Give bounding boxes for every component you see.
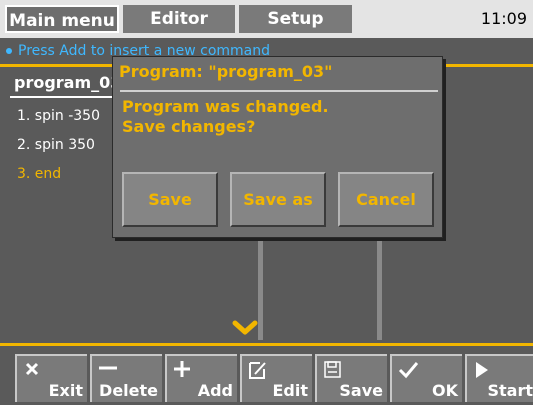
delete-button[interactable]: Delete xyxy=(90,354,162,402)
dialog-separator xyxy=(120,90,438,92)
divider-bottom xyxy=(0,343,533,346)
floppy-disk-icon xyxy=(324,361,341,378)
start-button[interactable]: Start xyxy=(465,354,533,402)
dialog-message-line2: Save changes? xyxy=(122,117,256,136)
chevron-down-icon[interactable] xyxy=(232,320,258,336)
program-step-selected[interactable]: 3. end xyxy=(17,166,61,182)
close-icon xyxy=(25,362,39,376)
program-title-underline xyxy=(10,96,120,98)
setup-tab[interactable]: Setup xyxy=(239,5,352,33)
save-label: Save xyxy=(339,381,383,400)
plus-icon xyxy=(174,361,190,377)
scroll-track-right xyxy=(377,240,382,340)
dialog-save-button[interactable]: Save xyxy=(122,172,218,227)
dialog-save-as-button[interactable]: Save as xyxy=(230,172,326,227)
clock: 11:09 xyxy=(480,9,527,28)
program-step[interactable]: 1. spin -350 xyxy=(17,108,100,124)
dialog-message-line1: Program was changed. xyxy=(122,97,329,116)
edit-icon xyxy=(249,362,266,379)
dialog-title: Program: "program_03" xyxy=(119,62,333,81)
dialog-cancel-button[interactable]: Cancel xyxy=(338,172,434,227)
add-label: Add xyxy=(197,381,233,400)
edit-label: Edit xyxy=(272,381,308,400)
minus-icon xyxy=(99,366,117,370)
screen: Main menu Editor Setup 11:09 Press Add t… xyxy=(0,0,533,405)
exit-label: Exit xyxy=(48,381,83,400)
play-icon xyxy=(476,362,488,378)
save-changes-dialog: Program: "program_03" Program was change… xyxy=(112,56,443,238)
top-menu-bar: Main menu Editor Setup 11:09 xyxy=(0,0,533,38)
delete-label: Delete xyxy=(99,381,158,400)
edit-button[interactable]: Edit xyxy=(240,354,312,402)
program-step[interactable]: 2. spin 350 xyxy=(17,137,95,153)
ok-button[interactable]: OK xyxy=(390,354,462,402)
checkmark-icon xyxy=(398,362,418,379)
editor-tab[interactable]: Editor xyxy=(123,5,235,33)
save-button[interactable]: Save xyxy=(315,354,387,402)
bullet-icon xyxy=(6,48,12,54)
scroll-track-left xyxy=(258,240,263,340)
dialog-message: Program was changed. Save changes? xyxy=(122,97,329,137)
exit-button[interactable]: Exit xyxy=(15,354,87,402)
bottom-toolbar: Exit Delete Add Edit Save OK Start xyxy=(0,352,533,405)
program-title: program_03 xyxy=(14,73,122,92)
add-button[interactable]: Add xyxy=(165,354,237,402)
main-menu-tab[interactable]: Main menu xyxy=(5,5,119,33)
start-label: Start xyxy=(487,381,533,400)
ok-label: OK xyxy=(432,381,458,400)
